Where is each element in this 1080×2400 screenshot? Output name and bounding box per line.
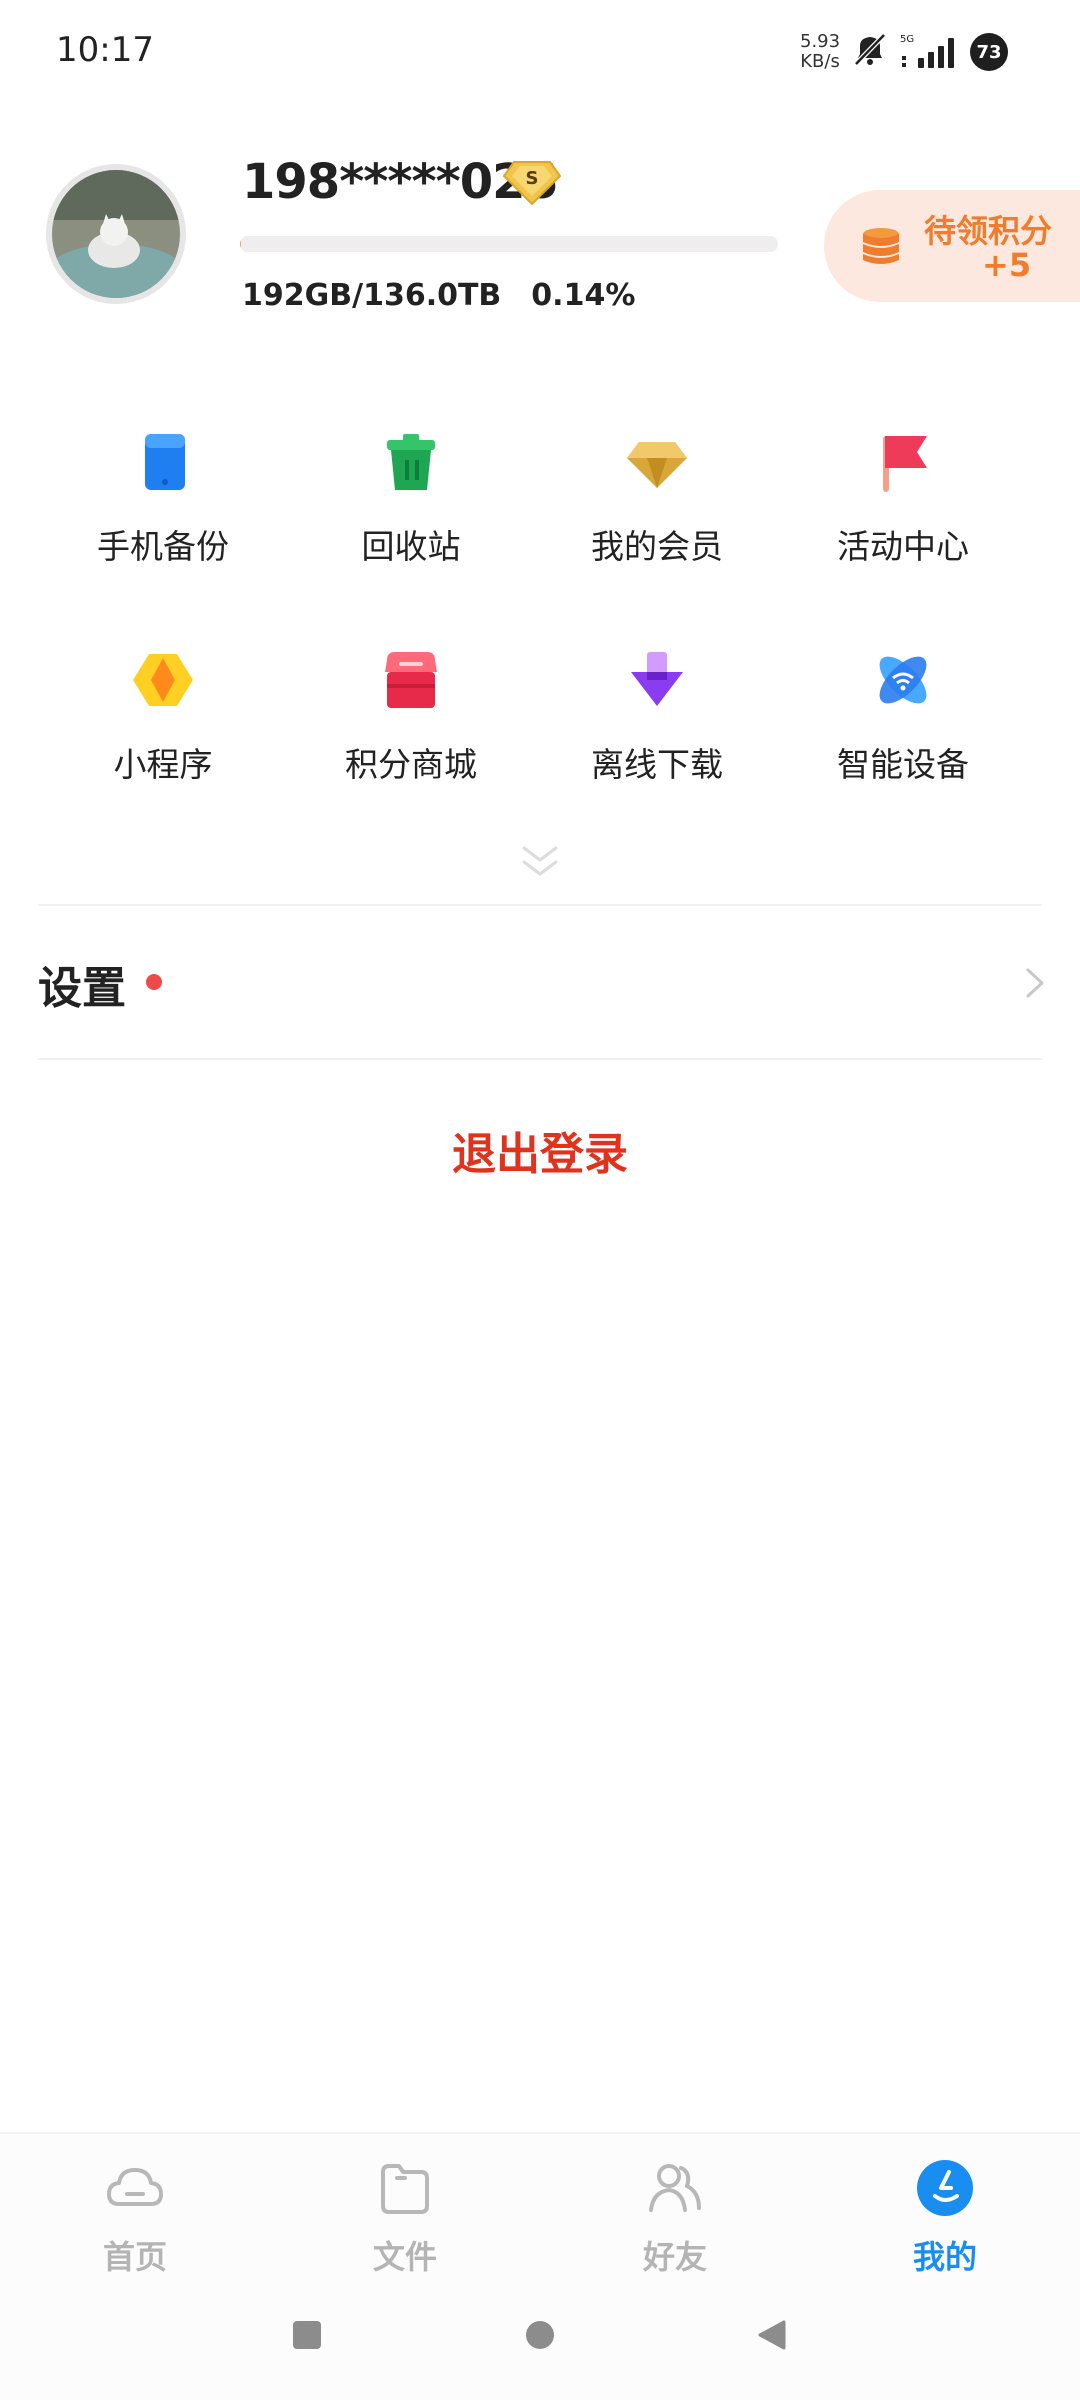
nav-label: 首页	[102, 2238, 167, 2276]
grid-item-label: 离线下载	[591, 745, 723, 784]
grid-item-label: 积分商城	[345, 745, 477, 784]
points-value: +5	[982, 246, 1032, 284]
back-icon[interactable]	[756, 2318, 790, 2352]
recycle-bin-icon	[387, 434, 435, 490]
signal-icon: 5G	[900, 34, 954, 68]
home-icon[interactable]	[523, 2318, 557, 2352]
grid-item-label: 智能设备	[837, 745, 969, 784]
settings-notification-dot	[146, 974, 162, 990]
offline-download-icon	[631, 652, 683, 706]
status-time: 10:17	[56, 30, 154, 70]
membership-diamond-icon	[627, 442, 687, 488]
svg-text:5G: 5G	[900, 34, 914, 45]
nav-label: 我的	[912, 2238, 977, 2276]
nav-label: 好友	[642, 2238, 707, 2276]
vip-level-text: S	[526, 168, 539, 189]
mute-icon	[854, 33, 886, 66]
vip-diamond-badge-icon[interactable]: S	[502, 156, 562, 208]
avatar[interactable]	[46, 164, 186, 304]
coin-stack-icon	[863, 228, 899, 264]
grid-item-activity-center[interactable]: 活动中心	[768, 430, 1038, 580]
grid-item-label: 手机备份	[97, 527, 229, 566]
system-navigation-bar	[0, 2300, 1080, 2370]
cloud-home-icon	[107, 2168, 163, 2206]
storage-used: 192GB/136.0TB	[242, 278, 502, 313]
expand-chevron-down-icon[interactable]	[516, 842, 564, 882]
settings-label: 设置	[38, 963, 126, 1014]
storage-progress-fill	[240, 236, 241, 252]
mini-program-icon	[133, 654, 193, 706]
grid-item-mini-program[interactable]: 小程序	[28, 648, 298, 798]
activity-flag-icon	[883, 436, 927, 492]
nav-friends[interactable]: 好友	[540, 2158, 810, 2278]
grid-item-recycle-bin[interactable]: 回收站	[276, 430, 546, 580]
avatar-cat-image	[52, 170, 180, 298]
storage-percent: 0.14%	[531, 278, 636, 313]
divider	[38, 1058, 1042, 1060]
grid-item-smart-device[interactable]: 智能设备	[768, 648, 1038, 798]
storage-info: 192GB/136.0TB 0.14%	[242, 278, 635, 313]
storage-progress-bar	[240, 236, 778, 252]
profile-icon	[917, 2160, 973, 2216]
smart-device-icon	[879, 656, 927, 704]
grid-item-label: 活动中心	[837, 527, 969, 566]
grid-item-label: 回收站	[361, 527, 461, 566]
folder-icon	[381, 2164, 429, 2214]
phone-backup-icon	[145, 434, 185, 490]
logout-button[interactable]: 退出登录	[0, 1118, 1080, 1182]
pending-points-button[interactable]: 待领积分 +5	[824, 190, 1080, 302]
friends-icon	[649, 2164, 701, 2212]
nav-profile[interactable]: 我的	[810, 2158, 1080, 2278]
status-bar: 10:17 5.93 KB/s 5G 73	[0, 0, 1080, 104]
grid-item-label: 小程序	[113, 745, 213, 784]
grid-item-points-store[interactable]: 积分商城	[276, 648, 546, 798]
settings-row[interactable]: 设置	[0, 904, 1080, 1054]
grid-item-membership[interactable]: 我的会员	[522, 430, 792, 580]
battery-indicator: 73	[970, 33, 1008, 71]
grid-item-offline-download[interactable]: 离线下载	[522, 648, 792, 798]
points-store-icon	[385, 652, 437, 708]
network-speed: 5.93 KB/s	[800, 31, 841, 72]
nav-home[interactable]: 首页	[0, 2158, 270, 2278]
chevron-right-icon	[1026, 968, 1044, 998]
nav-label: 文件	[372, 2238, 437, 2276]
recent-apps-icon[interactable]	[290, 2318, 324, 2352]
grid-item-phone-backup[interactable]: 手机备份	[28, 430, 298, 580]
grid-item-label: 我的会员	[591, 527, 723, 566]
nav-files[interactable]: 文件	[270, 2158, 540, 2278]
